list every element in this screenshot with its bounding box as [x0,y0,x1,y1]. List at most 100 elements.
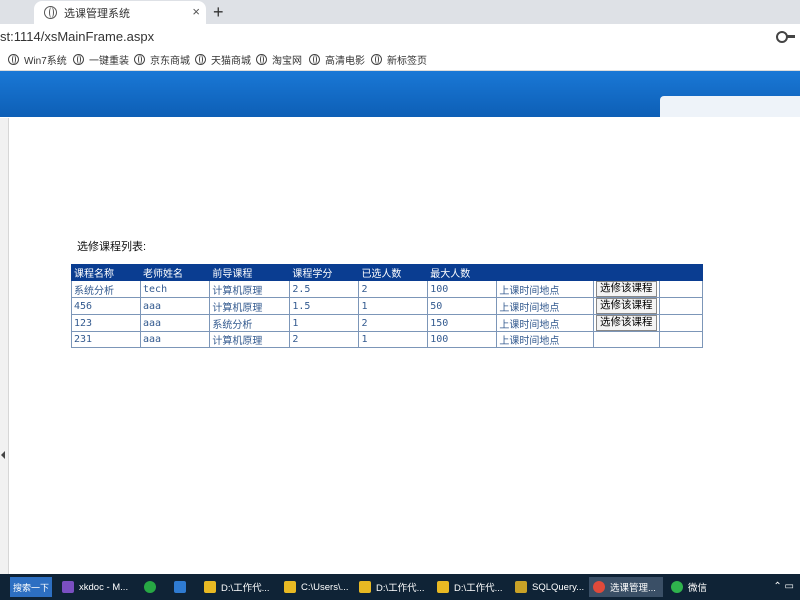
schedule-link[interactable]: 上课时间地点 [499,303,559,314]
table-header-row: 课程名称 老师姓名 前导课程 课程学分 已选人数 最大人数 [70,264,704,281]
schedule-link[interactable]: 上课时间地点 [499,336,559,347]
folder-icon [284,581,296,593]
browser-tab[interactable]: 选课管理系统 × [34,1,206,24]
empty-cell [659,280,704,298]
table-row: 231 aaa 计算机原理 2 1 100 上课时间地点 [70,331,704,348]
globe-icon [44,6,57,19]
taskbar-item[interactable]: xkdoc - M... [58,577,132,597]
selected-count: 2 [358,280,429,298]
bookmark-item[interactable]: Win7系统 [8,52,67,67]
column-header: 课程名称 [70,264,142,281]
bookmark-item[interactable]: 淘宝网 [256,52,302,67]
globe-icon [73,54,84,65]
empty-cell [659,331,704,348]
app-icon [144,581,156,593]
taskbar-item[interactable]: D:\工作代... [200,577,274,597]
folder-icon [204,581,216,593]
course-credit: 1 [289,314,360,332]
course-name: 系统分析 [70,280,142,298]
folder-icon [359,581,371,593]
bookmark-label: 京东商城 [150,56,190,67]
prereq-course: 计算机原理 [209,280,291,298]
bookmark-item[interactable]: 天猫商城 [195,52,251,67]
sql-icon [515,581,527,593]
bookmark-item[interactable]: 高清电影 [309,52,365,67]
schedule-link[interactable]: 上课时间地点 [499,320,559,331]
wechat-icon [671,581,683,593]
key-icon[interactable] [776,31,795,43]
schedule-link[interactable]: 上课时间地点 [499,286,559,297]
select-course-button[interactable]: 选修该课程 [596,298,657,314]
app-icon [174,581,186,593]
tab-strip: 选课管理系统 × + [0,0,800,24]
close-icon[interactable]: × [192,5,200,19]
course-name: 456 [70,297,142,315]
chrome-icon [593,581,605,593]
max-count: 100 [427,331,498,348]
globe-icon [371,54,382,65]
select-course-button[interactable]: 选修该课程 [596,315,657,331]
globe-icon [256,54,267,65]
bookmark-label: Win7系统 [24,56,67,67]
taskbar-item[interactable]: SQLQuery... [511,577,585,597]
taskbar-item[interactable]: C:\Users\... [280,577,350,597]
selected-count: 1 [358,297,429,315]
column-header: 已选人数 [358,264,429,281]
column-header: 老师姓名 [140,264,211,281]
course-name: 123 [70,314,142,332]
select-course-button[interactable]: 选修该课程 [596,281,657,297]
new-tab-button[interactable]: + [213,2,224,22]
bookmark-label: 新标签页 [387,56,427,67]
column-header [593,264,660,281]
url-text[interactable]: st:1114/xsMainFrame.aspx [0,29,154,44]
selected-count: 1 [358,331,429,348]
globe-icon [195,54,206,65]
taskbar-label: SQLQuery... [532,581,585,593]
taskbar-label: D:\工作代... [376,583,425,594]
bookmark-item[interactable]: 一键重装 [73,52,129,67]
table-row: 系统分析 tech 计算机原理 2.5 2 100 上课时间地点 选修该课程 [70,280,704,298]
bookmark-item[interactable]: 新标签页 [371,52,427,67]
prereq-course: 计算机原理 [209,331,291,348]
visual-studio-icon [62,581,74,593]
column-header [658,264,704,281]
column-header: 前导课程 [209,264,291,281]
table-row: 123 aaa 系统分析 1 2 150 上课时间地点 选修该课程 [70,314,704,332]
bookmark-item[interactable]: 京东商城 [134,52,190,67]
header-tab-slot [660,96,800,117]
taskbar-label: 微信 [688,583,708,594]
max-count: 100 [427,280,498,298]
bookmark-label: 淘宝网 [272,56,302,67]
empty-cell [659,297,704,315]
taskbar-item[interactable]: 微信 [667,577,721,597]
teacher-name: aaa [140,331,211,348]
taskbar-label: C:\Users\... [301,581,349,593]
teacher-name: aaa [140,314,211,332]
selected-count: 2 [358,314,429,332]
course-credit: 1.5 [289,297,360,315]
prereq-course: 计算机原理 [209,297,291,315]
teacher-name: aaa [140,297,211,315]
taskbar-item[interactable]: D:\工作代... [433,577,507,597]
taskbar-item[interactable] [170,577,192,597]
taskbar-label: 选课管理... [610,583,656,594]
prereq-course: 系统分析 [209,314,291,332]
folder-icon [437,581,449,593]
taskbar-item[interactable] [140,577,162,597]
taskbar-item[interactable]: D:\工作代... [355,577,429,597]
taskbar-item-active[interactable]: 选课管理... [589,577,663,597]
empty-cell [659,314,704,332]
course-credit: 2.5 [289,280,360,298]
address-bar[interactable]: st:1114/xsMainFrame.aspx [0,24,800,49]
globe-icon [309,54,320,65]
site-header-band [0,71,800,117]
column-header [496,264,595,281]
collapse-arrow-icon[interactable] [1,451,5,459]
system-tray[interactable]: ⌃ ▭ [773,581,794,592]
max-count: 150 [427,314,498,332]
globe-icon [8,54,19,65]
taskbar-search[interactable]: 搜索一下 [10,577,52,597]
course-list-title: 选修课程列表: [77,241,147,253]
bookmark-label: 高清电影 [325,56,365,67]
teacher-name: tech [140,280,211,298]
